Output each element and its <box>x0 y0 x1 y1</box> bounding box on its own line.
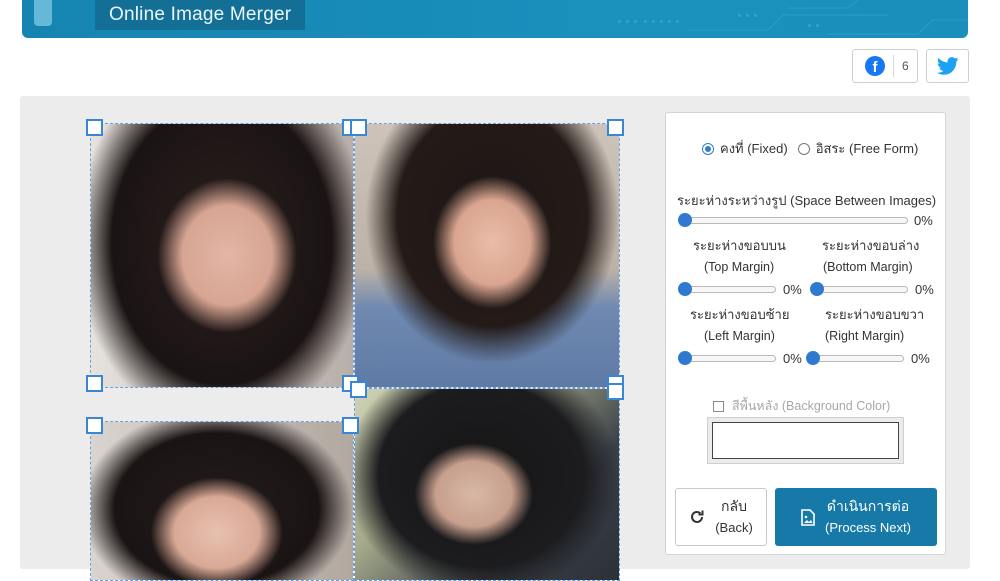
spacing-label: ระยะห่างระหว่างรูป (Space Between Images… <box>677 193 937 208</box>
background-color-label: สีพื้นหลัง (Background Color) <box>732 399 891 413</box>
circuit-decoration <box>618 0 968 35</box>
slider-knob[interactable] <box>678 282 692 296</box>
next-label-en: (Process Next) <box>825 520 911 535</box>
twitter-share-button[interactable] <box>926 49 969 83</box>
radio-fixed-label[interactable]: คงที่ (Fixed) <box>720 138 788 159</box>
background-color-swatch[interactable] <box>712 422 899 459</box>
resize-handle[interactable] <box>342 417 359 434</box>
left-margin-slider[interactable] <box>678 351 776 365</box>
back-label-th: กลับ <box>721 498 747 514</box>
right-margin-slider[interactable] <box>806 351 904 365</box>
resize-handle[interactable] <box>350 381 367 398</box>
page-title: Online Image Merger <box>109 4 292 25</box>
image-file-icon <box>801 508 815 526</box>
selfie-photo <box>355 389 619 580</box>
back-button[interactable]: กลับ (Back) <box>675 488 767 546</box>
bottom-margin-label: ระยะห่างขอบล่าง <box>822 238 920 253</box>
top-margin-label: ระยะห่างขอบบน <box>693 238 786 253</box>
image-tile-1[interactable] <box>90 123 354 388</box>
refresh-icon <box>691 510 704 523</box>
selfie-photo <box>91 422 353 580</box>
resize-handle[interactable] <box>350 119 367 136</box>
right-margin-value: 0% <box>911 351 930 366</box>
next-label-th: ดำเนินการต่อ <box>826 498 910 514</box>
top-margin-slider[interactable] <box>678 282 776 296</box>
background-color-picker[interactable] <box>707 417 904 464</box>
right-margin-label: ระยะห่างขอบขวา <box>825 307 925 322</box>
left-margin-value: 0% <box>783 351 802 366</box>
resize-handle[interactable] <box>86 119 103 136</box>
back-label-en: (Back) <box>715 520 753 535</box>
radio-fixed[interactable] <box>702 142 714 155</box>
workspace: คงที่ (Fixed) อิสระ (Free Form) ระยะห่าง… <box>20 96 970 581</box>
background-color-option[interactable]: สีพื้นหลัง (Background Color) <box>713 396 890 416</box>
facebook-share-button[interactable]: f 6 <box>852 49 918 83</box>
image-tile-4[interactable] <box>354 388 620 581</box>
bottom-margin-value: 0% <box>915 282 934 297</box>
layout-mode-group: คงที่ (Fixed) อิสระ (Free Form) <box>702 138 928 159</box>
top-margin-value: 0% <box>783 282 802 297</box>
divider <box>893 55 894 77</box>
banner-title-box: Online Image Merger <box>95 0 306 30</box>
image-tile-3[interactable] <box>90 421 354 581</box>
share-count: 6 <box>902 59 909 73</box>
resize-handle[interactable] <box>607 119 624 136</box>
background-color-checkbox[interactable] <box>713 400 724 412</box>
radio-free-form[interactable] <box>797 142 810 155</box>
facebook-icon: f <box>865 56 885 76</box>
right-margin-sub: (Right Margin) <box>825 329 905 343</box>
bottom-margin-slider[interactable] <box>810 282 908 296</box>
left-margin-label: ระยะห่างขอบซ้าย <box>690 307 790 322</box>
resize-handle[interactable] <box>86 375 103 392</box>
left-margin-sub: (Left Margin) <box>704 329 775 343</box>
slider-knob[interactable] <box>678 351 692 365</box>
merge-canvas[interactable] <box>20 96 660 581</box>
spacing-value: 0% <box>914 213 933 228</box>
radio-free-form-label[interactable]: อิสระ (Free Form) <box>816 138 919 159</box>
spacing-slider[interactable] <box>678 213 908 227</box>
resize-handle[interactable] <box>607 383 624 400</box>
resize-handle[interactable] <box>86 417 103 434</box>
header-banner: Online Image Merger <box>22 0 968 38</box>
process-next-button[interactable]: ดำเนินการต่อ (Process Next) <box>775 488 937 546</box>
bottom-margin-sub: (Bottom Margin) <box>823 260 913 274</box>
image-tile-2[interactable] <box>354 123 620 388</box>
slider-knob[interactable] <box>810 282 824 296</box>
settings-panel: คงที่ (Fixed) อิสระ (Free Form) ระยะห่าง… <box>665 112 946 555</box>
twitter-icon <box>936 57 958 75</box>
slider-knob[interactable] <box>806 351 820 365</box>
banner-tab-decoration <box>34 0 52 26</box>
selfie-photo <box>355 124 619 387</box>
selfie-photo <box>91 124 353 387</box>
top-margin-sub: (Top Margin) <box>704 260 775 274</box>
slider-knob[interactable] <box>678 213 692 227</box>
